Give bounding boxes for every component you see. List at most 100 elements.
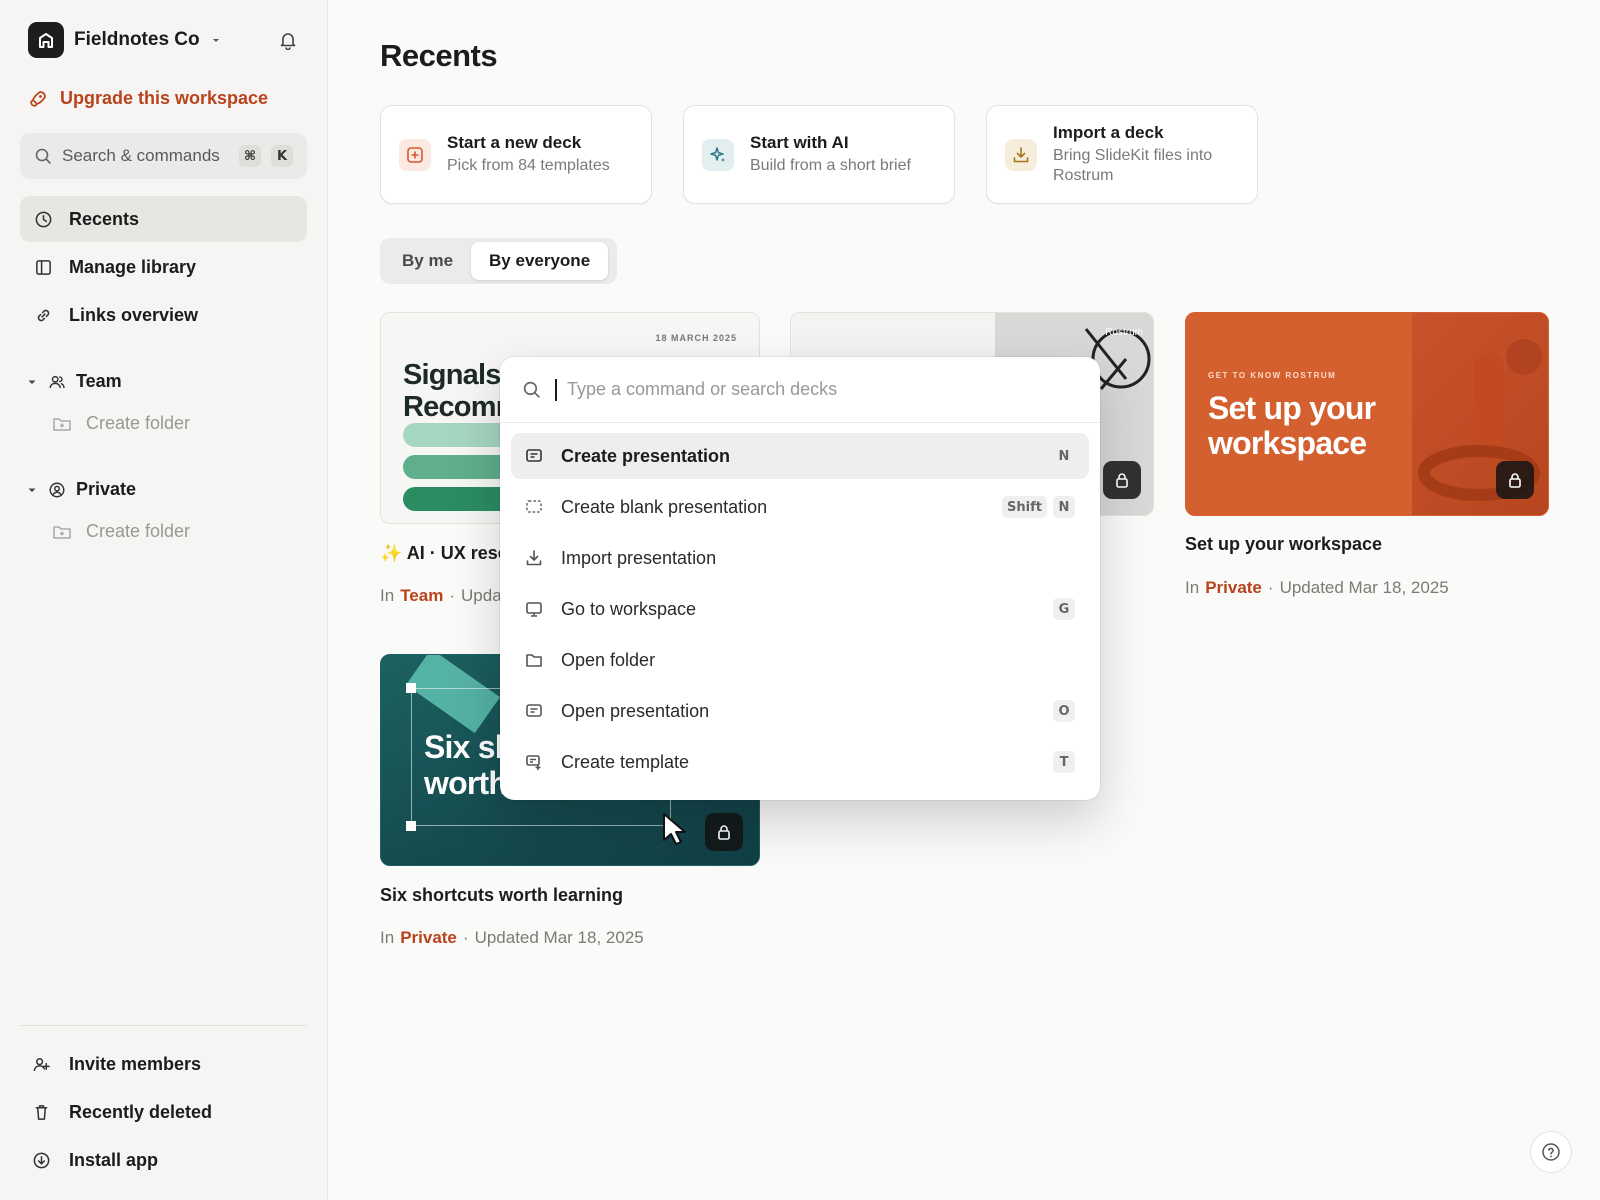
import-icon <box>526 550 542 566</box>
upgrade-link[interactable]: Upgrade this workspace <box>28 88 268 109</box>
recently-deleted-button[interactable]: Recently deleted <box>32 1102 212 1123</box>
command-shortcut-key: N <box>1053 496 1075 518</box>
lock-icon <box>1103 461 1141 499</box>
monitor-icon <box>526 602 542 617</box>
deck-meta-ai-ux: In Team · Upda <box>380 586 502 606</box>
create-folder-label: Create folder <box>86 413 191 433</box>
sidebar-item-label: Links overview <box>69 304 199 325</box>
create-folder-team[interactable]: Create folder <box>52 413 190 434</box>
thumb-kicker: GET TO KNOW ROSTRUM <box>1208 371 1337 380</box>
lock-icon <box>705 813 743 851</box>
presentation-icon <box>526 449 542 462</box>
command-shortcut-key: O <box>1053 700 1075 722</box>
chevron-down-icon <box>212 39 219 42</box>
search-icon <box>35 148 51 164</box>
text-caret <box>555 378 557 401</box>
shortcut-key-cmd: ⌘ <box>238 145 261 167</box>
group-team[interactable]: Team <box>26 371 122 392</box>
help-button[interactable] <box>1530 1131 1572 1173</box>
create-folder-private[interactable]: Create folder <box>52 521 190 542</box>
sidebar-item-manage-library[interactable]: Manage library <box>20 244 307 290</box>
thumb-heading-line1: Signals <box>403 359 501 391</box>
start-new-deck-card[interactable]: Start a new deck Pick from 84 templates <box>380 105 652 204</box>
bottom-nav-label: Install app <box>69 1150 159 1170</box>
sidebar: Fieldnotes Co Upgrade this workspace Sea… <box>0 0 328 1200</box>
command-create-blank-presentation[interactable]: Create blank presentation Shift N <box>511 484 1089 530</box>
trash-icon <box>35 1105 48 1120</box>
quick-action-subtitle: Pick from 84 templates <box>447 157 610 174</box>
mouse-cursor-icon <box>663 813 686 845</box>
import-icon <box>1005 138 1037 171</box>
command-shortcut-key: Shift <box>1002 496 1047 518</box>
rocket-icon <box>30 90 46 107</box>
caret-down-icon <box>28 380 36 384</box>
deck-meta-set-up-workspace: In Private · Updated Mar 18, 2025 <box>1185 578 1449 598</box>
start-with-ai-card[interactable]: Start with AI Build from a short brief <box>683 105 955 204</box>
bell-icon[interactable] <box>278 30 298 50</box>
deck-thumbnail-set-up-workspace[interactable]: GET TO KNOW ROSTRUM Set up your workspac… <box>1185 312 1549 516</box>
command-label: Create presentation <box>561 445 731 466</box>
command-open-presentation[interactable]: Open presentation O <box>511 688 1089 734</box>
filter-by-everyone[interactable]: By everyone <box>471 242 609 280</box>
deck-title-set-up-workspace[interactable]: Set up your workspace <box>1185 534 1382 555</box>
deck-title-ai-ux[interactable]: ✨ AI · UX rese <box>380 543 508 564</box>
workspace-logo-icon <box>28 22 64 58</box>
search-label: Search & commands <box>62 146 220 165</box>
invite-members-button[interactable]: Invite members <box>32 1054 201 1075</box>
command-label: Create template <box>561 751 690 772</box>
sidebar-item-label: Recents <box>69 208 140 229</box>
workspace-name: Fieldnotes Co <box>74 29 200 50</box>
deck-updated: Upda <box>461 586 502 605</box>
command-label: Create blank presentation <box>561 496 768 517</box>
caret-down-icon <box>28 488 36 492</box>
import-deck-card[interactable]: Import a deck Bring SlideKit files into … <box>986 105 1258 204</box>
command-go-to-workspace[interactable]: Go to workspace G <box>511 586 1089 632</box>
meta-prefix: In <box>1185 578 1200 597</box>
install-app-button[interactable]: Install app <box>32 1150 158 1171</box>
thumb-heading-line2: Recomr <box>403 391 507 423</box>
folder-plus-icon <box>53 417 71 431</box>
sidebar-item-recents[interactable]: Recents <box>20 196 307 242</box>
group-label: Private <box>76 479 137 499</box>
deck-location-link[interactable]: Private <box>1205 578 1262 598</box>
invite-icon <box>33 1058 50 1071</box>
sidebar-divider <box>20 1025 307 1026</box>
deck-location-link[interactable]: Private <box>400 928 457 948</box>
command-open-folder[interactable]: Open folder <box>511 637 1089 683</box>
template-icon <box>526 755 541 770</box>
command-shortcut-key: G <box>1053 598 1075 620</box>
quick-action-title: Import a deck <box>1053 123 1164 142</box>
presentation-icon <box>526 704 542 717</box>
deck-location-link[interactable]: Team <box>400 586 443 606</box>
workspace-switcher[interactable]: Fieldnotes Co <box>28 22 222 58</box>
command-create-presentation[interactable]: Create presentation N <box>511 433 1089 479</box>
command-search-placeholder: Type a command or search decks <box>567 379 838 399</box>
command-label: Import presentation <box>561 547 717 568</box>
thumb-heading: Signals Recomr <box>403 359 507 423</box>
deck-updated: Updated Mar 18, 2025 <box>474 928 644 947</box>
bottom-nav-label: Recently deleted <box>69 1102 213 1122</box>
create-folder-label: Create folder <box>86 521 191 541</box>
deck-meta-six-shortcuts: In Private · Updated Mar 18, 2025 <box>380 928 644 948</box>
command-shortcut-key: N <box>1058 448 1070 464</box>
group-label: Team <box>76 371 122 391</box>
search-commands-button[interactable]: Search & commands ⌘ K <box>20 133 307 179</box>
meta-separator: · <box>1267 578 1274 597</box>
thumb-date: 18 MARCH 2025 <box>655 333 737 343</box>
meta-prefix: In <box>380 586 395 605</box>
command-label: Open folder <box>561 649 656 670</box>
thumb-label: Rostrum <box>1105 327 1143 338</box>
command-create-template[interactable]: Create template T <box>511 739 1089 785</box>
quick-action-title: Start a new deck <box>447 133 582 152</box>
command-search-field[interactable]: Type a command or search decks <box>500 357 1100 423</box>
sidebar-item-label: Manage library <box>69 256 197 277</box>
deck-title-six-shortcuts[interactable]: Six shortcuts worth learning <box>380 885 623 906</box>
sidebar-item-links-overview[interactable]: Links overview <box>20 292 307 338</box>
deck-updated: Updated Mar 18, 2025 <box>1279 578 1449 597</box>
group-private[interactable]: Private <box>26 479 136 500</box>
filter-by-me[interactable]: By me <box>384 242 471 280</box>
thumb-handle <box>406 821 416 831</box>
sparkle-icon <box>702 138 734 171</box>
command-shortcut-key: T <box>1053 751 1075 773</box>
command-import-presentation[interactable]: Import presentation <box>511 535 1089 581</box>
